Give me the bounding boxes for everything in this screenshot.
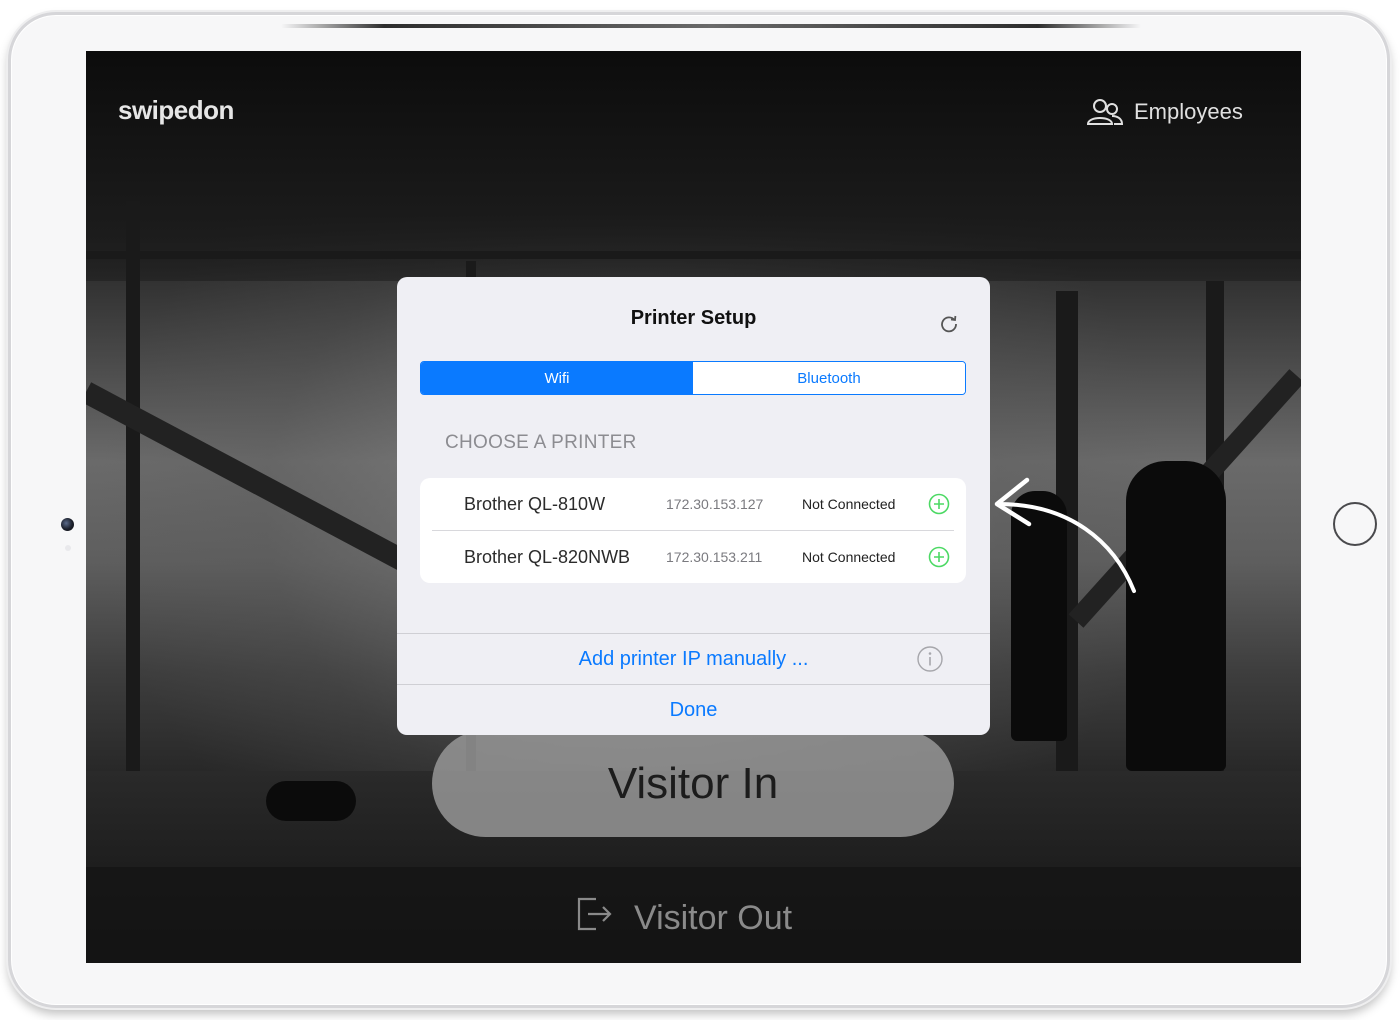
done-label: Done (669, 698, 718, 721)
exit-icon (576, 895, 614, 942)
employees-button[interactable]: Employees (1086, 98, 1243, 126)
plus-circle-icon[interactable] (928, 493, 950, 515)
dialog-title: Printer Setup (630, 307, 757, 329)
sensor (65, 545, 71, 551)
printer-name: Brother QL-810W (464, 493, 606, 514)
printer-row[interactable]: Brother QL-820NWB 172.30.153.211 Not Con… (420, 531, 966, 583)
printer-name: Brother QL-820NWB (464, 546, 631, 567)
device-top-edge (281, 24, 1141, 28)
background-frame (126, 201, 140, 801)
tab-bluetooth[interactable]: Bluetooth (693, 362, 965, 394)
visitor-out-button[interactable]: Visitor Out (576, 895, 792, 942)
plus-circle-icon[interactable] (928, 546, 950, 568)
arrow-annotation (994, 477, 1136, 593)
background-bag (266, 781, 356, 821)
printer-row[interactable]: Brother QL-810W 172.30.153.127 Not Conne… (420, 478, 966, 530)
printer-list: Brother QL-810W 172.30.153.127 Not Conne… (420, 478, 966, 583)
visitor-out-label: Visitor Out (634, 899, 793, 937)
section-header: CHOOSE A PRINTER (445, 432, 637, 453)
employees-label: Employees (1134, 99, 1243, 124)
background-ceiling (86, 51, 1301, 281)
app-logo: swipedon (118, 95, 234, 125)
done-button[interactable]: Done (397, 685, 990, 735)
printer-ip: 172.30.153.127 (666, 496, 764, 512)
tab-wifi[interactable]: Wifi (421, 362, 693, 394)
background-person (1126, 461, 1226, 771)
visitor-in-label: Visitor In (607, 758, 779, 808)
home-button[interactable] (1333, 502, 1377, 546)
background-frame (86, 251, 1301, 259)
employees-icon (1086, 98, 1124, 126)
printer-status: Not Connected (802, 496, 896, 512)
add-printer-ip-label: Add printer IP manually ... (578, 647, 809, 670)
camera-icon (61, 518, 74, 531)
info-icon[interactable] (917, 646, 943, 672)
printer-setup-dialog: Printer Setup Wifi Bluetooth CHOOSE A PR… (397, 277, 990, 735)
printer-ip: 172.30.153.211 (666, 549, 763, 565)
screen: swipedon Employees Visitor In Visitor Ou… (86, 51, 1301, 963)
printer-status: Not Connected (802, 549, 896, 565)
add-printer-ip-button[interactable]: Add printer IP manually ... (397, 634, 990, 684)
connection-type-control: Wifi Bluetooth (420, 361, 966, 395)
visitor-in-button[interactable]: Visitor In (432, 730, 954, 837)
refresh-icon[interactable] (939, 313, 959, 333)
